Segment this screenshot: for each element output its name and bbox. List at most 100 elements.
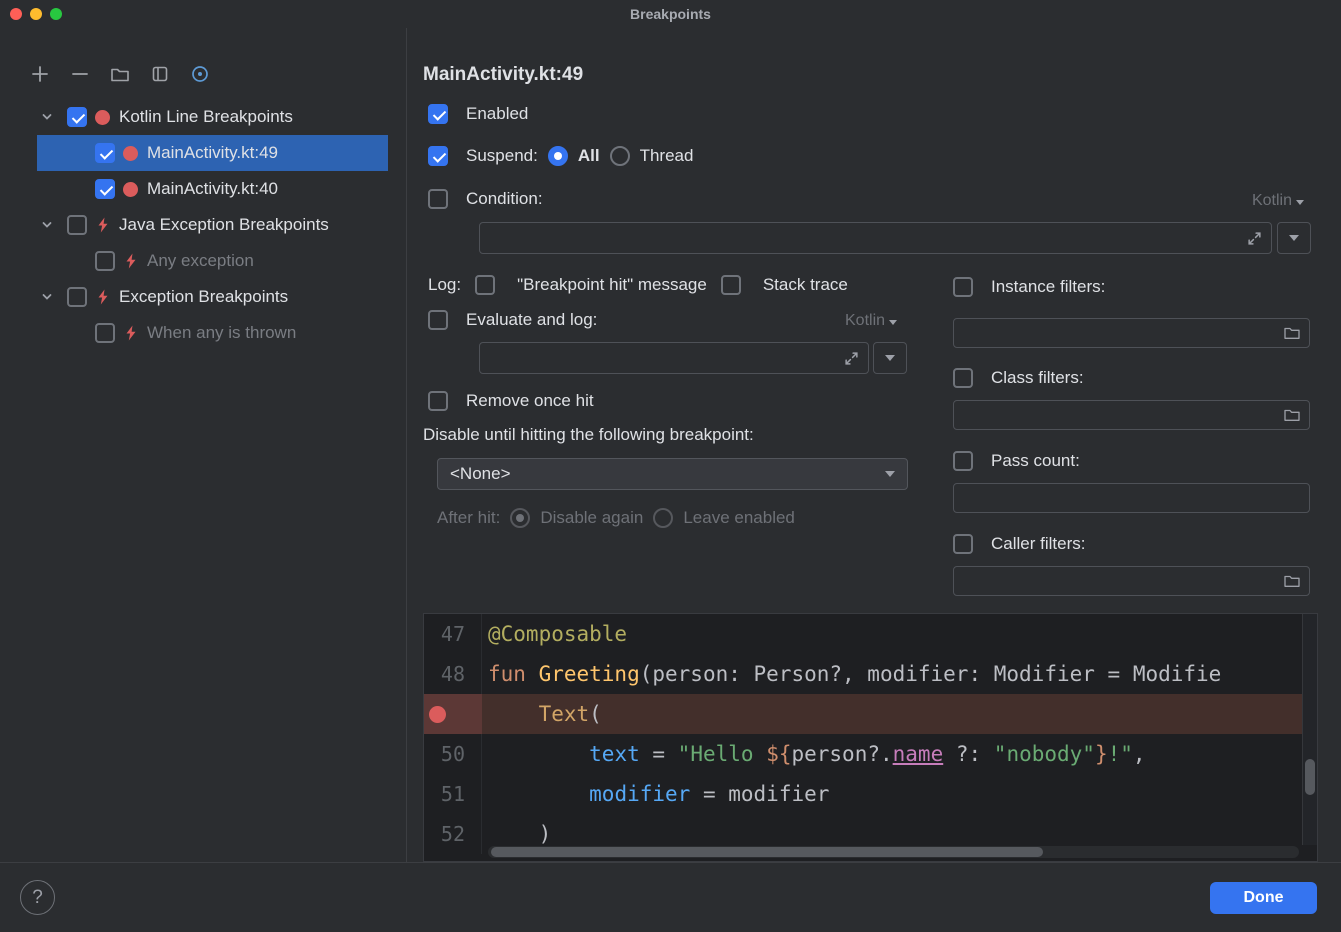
breakpoint-checkbox[interactable] (95, 323, 115, 343)
tree-item-exception-breakpoints[interactable]: Exception Breakpoints (37, 279, 388, 315)
group-checkbox[interactable] (67, 287, 87, 307)
chevron-down-icon[interactable] (39, 109, 55, 125)
vertical-scrollbar[interactable] (1302, 614, 1317, 845)
class-filters-input[interactable] (953, 400, 1310, 430)
condition-language-label: Kotlin (1252, 192, 1292, 210)
suspend-all-label: All (578, 146, 600, 166)
pass-count-checkbox[interactable] (953, 451, 973, 471)
suspend-checkbox[interactable] (428, 146, 448, 166)
breakpoint-checkbox[interactable] (95, 179, 115, 199)
condition-language-selector[interactable]: Kotlin (1252, 192, 1304, 210)
disable-until-dropdown[interactable]: <None> (437, 458, 908, 490)
instance-filters-label: Instance filters: (991, 277, 1105, 297)
instance-filters-checkbox[interactable] (953, 277, 973, 297)
tree-item-label: Kotlin Line Breakpoints (119, 107, 293, 127)
breakpoint-title: MainActivity.kt:49 (423, 64, 583, 86)
code-preview-editor[interactable]: 47@Composable48fun Greeting(person: Pers… (423, 613, 1318, 862)
chevron-down-icon (1296, 200, 1304, 205)
done-button[interactable]: Done (1210, 882, 1317, 914)
breakpoint-gutter[interactable] (424, 694, 482, 734)
disable-again-label: Disable again (540, 508, 643, 528)
instance-filters-input[interactable] (953, 318, 1310, 348)
tree-item-label: MainActivity.kt:49 (147, 143, 278, 163)
code-line: 50 text = "Hello ${person?.name ?: "nobo… (424, 734, 1317, 774)
disable-until-label: Disable until hitting the following brea… (423, 425, 754, 445)
evaluate-input[interactable] (479, 342, 869, 374)
add-breakpoint-button[interactable] (28, 62, 52, 86)
line-number[interactable]: 50 (424, 734, 482, 774)
after-hit-label: After hit: (437, 508, 500, 528)
tree-item-kotlin-line-breakpoints[interactable]: Kotlin Line Breakpoints (37, 99, 388, 135)
disable-again-radio[interactable] (510, 508, 530, 528)
line-number[interactable]: 48 (424, 654, 482, 694)
condition-label: Condition: (466, 189, 543, 209)
minus-icon (69, 63, 91, 85)
tree-item-label: Any exception (147, 251, 254, 271)
code-line: 51 modifier = modifier (424, 774, 1317, 814)
log-message-label: "Breakpoint hit" message (517, 275, 707, 295)
folder-icon (109, 63, 131, 85)
tree-item-mainactivity-40[interactable]: MainActivity.kt:40 (37, 171, 388, 207)
group-checkbox[interactable] (67, 107, 87, 127)
evaluate-label: Evaluate and log: (466, 310, 597, 330)
remove-once-hit-checkbox[interactable] (428, 391, 448, 411)
enabled-checkbox[interactable] (428, 104, 448, 124)
breakpoint-dot-icon[interactable] (429, 706, 446, 723)
vertical-scrollbar-thumb[interactable] (1305, 759, 1315, 795)
condition-checkbox[interactable] (428, 189, 448, 209)
expand-editor-icon[interactable] (1247, 231, 1262, 251)
caller-filters-checkbox[interactable] (953, 534, 973, 554)
class-filters-checkbox[interactable] (953, 368, 973, 388)
suspend-thread-label: Thread (640, 146, 694, 166)
code-text: ) (482, 822, 551, 846)
browse-folder-icon[interactable] (1283, 406, 1301, 429)
breakpoint-checkbox[interactable] (95, 143, 115, 163)
group-by-class-button[interactable] (148, 62, 172, 86)
evaluate-history-dropdown[interactable] (873, 342, 907, 374)
line-number[interactable]: 52 (424, 814, 482, 854)
condition-input[interactable] (479, 222, 1272, 254)
browse-folder-icon[interactable] (1283, 324, 1301, 347)
browse-folder-icon[interactable] (1283, 572, 1301, 595)
expand-editor-icon[interactable] (844, 351, 859, 371)
chevron-down-icon (885, 471, 895, 477)
code-text: text = "Hello ${person?.name ?: "nobody"… (482, 742, 1146, 766)
evaluate-checkbox[interactable] (428, 310, 448, 330)
help-button[interactable]: ? (20, 880, 55, 915)
window-title: Breakpoints (0, 6, 1341, 22)
breakpoint-checkbox[interactable] (95, 251, 115, 271)
tree-item-label: Exception Breakpoints (119, 287, 288, 307)
chevron-down-icon[interactable] (39, 217, 55, 233)
evaluate-language-label: Kotlin (845, 312, 885, 330)
remove-once-hit-label: Remove once hit (466, 391, 594, 411)
tree-item-when-any-is-thrown[interactable]: When any is thrown (37, 315, 388, 351)
stack-trace-checkbox[interactable] (721, 275, 741, 295)
evaluate-language-selector[interactable]: Kotlin (845, 312, 897, 330)
suspend-thread-radio[interactable] (610, 146, 630, 166)
horizontal-scrollbar[interactable] (488, 846, 1299, 858)
exception-breakpoint-icon (95, 289, 111, 305)
group-by-file-button[interactable] (108, 62, 132, 86)
tree-item-java-exception-breakpoints[interactable]: Java Exception Breakpoints (37, 207, 388, 243)
line-number[interactable]: 47 (424, 614, 482, 654)
chevron-down-icon[interactable] (39, 289, 55, 305)
log-message-checkbox[interactable] (475, 275, 495, 295)
caller-filters-label: Caller filters: (991, 534, 1085, 554)
chevron-down-icon (885, 355, 895, 361)
plus-icon (29, 63, 51, 85)
suspend-all-radio[interactable] (548, 146, 568, 166)
code-line: Text( (424, 694, 1317, 734)
remove-breakpoint-button[interactable] (68, 62, 92, 86)
caller-filters-input[interactable] (953, 566, 1310, 596)
leave-enabled-radio[interactable] (653, 508, 673, 528)
condition-history-dropdown[interactable] (1277, 222, 1311, 254)
group-by-package-button[interactable] (188, 62, 212, 86)
tree-item-any-exception[interactable]: Any exception (37, 243, 388, 279)
horizontal-scrollbar-thumb[interactable] (491, 847, 1043, 857)
dialog-footer: ? Done (0, 862, 1341, 932)
class-icon (149, 63, 171, 85)
group-checkbox[interactable] (67, 215, 87, 235)
pass-count-input[interactable] (953, 483, 1310, 513)
line-number[interactable]: 51 (424, 774, 482, 814)
tree-item-mainactivity-49[interactable]: MainActivity.kt:49 (37, 135, 388, 171)
